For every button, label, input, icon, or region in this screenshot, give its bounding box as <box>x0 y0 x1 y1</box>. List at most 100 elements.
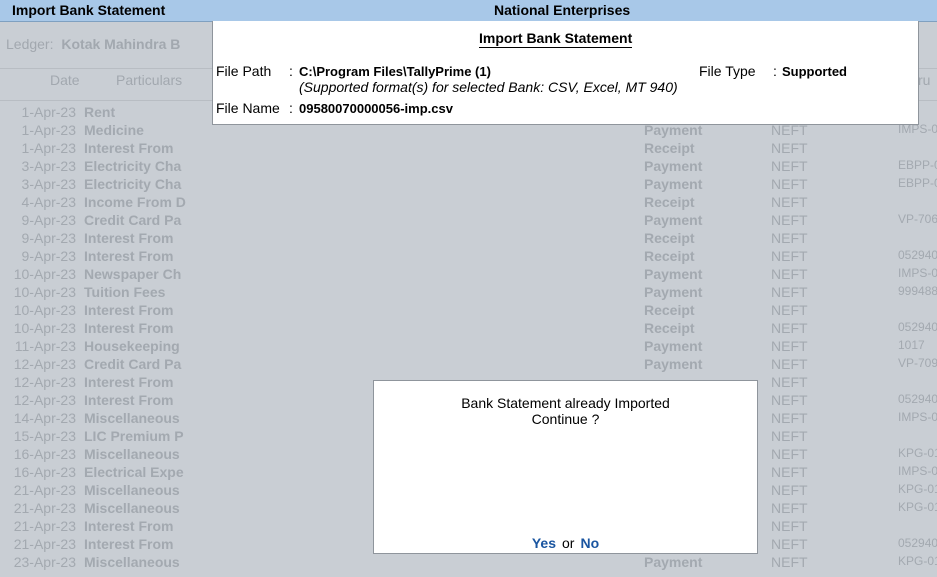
row-mode: NEFT <box>771 464 808 480</box>
company-name: National Enterprises <box>494 2 631 18</box>
ledger-line: Ledger: Kotak Mahindra B <box>6 36 180 52</box>
row-mode: NEFT <box>771 392 808 408</box>
file-type-value: Supported <box>782 64 847 79</box>
row-ref: 052940 <box>898 320 937 334</box>
row-particulars: Interest From <box>84 392 174 408</box>
row-type: Receipt <box>644 320 695 336</box>
row-date: 14-Apr-23 <box>13 410 76 426</box>
row-date: 9-Apr-23 <box>21 230 76 246</box>
row-date: 23-Apr-23 <box>13 554 76 570</box>
row-particulars: Income From D <box>84 194 186 210</box>
row-mode: NEFT <box>771 284 808 300</box>
row-ref: IMPS-00 <box>898 410 937 424</box>
row-type: Receipt <box>644 302 695 318</box>
row-mode: NEFT <box>771 266 808 282</box>
row-mode: NEFT <box>771 500 808 516</box>
column-header-ref: ru <box>918 72 931 88</box>
row-type: Payment <box>644 284 703 300</box>
row-particulars: Tuition Fees <box>84 284 166 300</box>
file-name-field[interactable]: 09580070000056-imp.csv <box>299 101 453 116</box>
row-type: Payment <box>644 338 703 354</box>
row-particulars: Miscellaneous <box>84 500 180 516</box>
row-type: Receipt <box>644 194 695 210</box>
row-particulars: Interest From <box>84 320 174 336</box>
row-ref: 1017 <box>898 338 925 352</box>
row-mode: NEFT <box>771 428 808 444</box>
table-row: 9-Apr-23 Credit Card Pa Payment NEFT VP-706 <box>0 212 937 230</box>
row-type: Payment <box>644 266 703 282</box>
row-mode: NEFT <box>771 410 808 426</box>
row-particulars: Electricity Cha <box>84 176 182 192</box>
file-path-colon: : <box>289 63 293 79</box>
row-date: 10-Apr-23 <box>13 320 76 336</box>
dialog-message: Bank Statement already Imported <box>461 395 670 411</box>
row-date: 21-Apr-23 <box>13 500 76 516</box>
row-date: 10-Apr-23 <box>13 266 76 282</box>
table-row: 9-Apr-23 Interest From Receipt NEFT 052940 <box>0 248 937 266</box>
row-type: Receipt <box>644 248 695 264</box>
row-ref: EBPP-0 <box>898 158 937 172</box>
row-ref: EBPP-0 <box>898 176 937 190</box>
row-ref: KPG-01 <box>898 482 937 496</box>
file-path-label: File Path <box>216 63 272 79</box>
title-bar: Import Bank Statement National Enterpris… <box>0 0 937 22</box>
row-date: 21-Apr-23 <box>13 536 76 552</box>
row-mode: NEFT <box>771 482 808 498</box>
row-type: Payment <box>644 212 703 228</box>
or-label: or <box>562 535 575 551</box>
row-mode: NEFT <box>771 212 808 228</box>
row-date: 11-Apr-23 <box>14 338 76 354</box>
row-particulars: Medicine <box>84 122 144 138</box>
row-particulars: Interest From <box>84 518 174 534</box>
row-type: Payment <box>644 158 703 174</box>
row-particulars: Electrical Expe <box>84 464 184 480</box>
row-mode: NEFT <box>771 554 808 570</box>
row-particulars: Rent <box>84 104 116 120</box>
row-ref: IMPS-00 <box>898 266 937 280</box>
row-type: Receipt <box>644 230 695 246</box>
no-button[interactable]: No <box>580 535 599 551</box>
table-row: 23-Apr-23 Miscellaneous Payment NEFT KPG-01 <box>0 554 937 572</box>
row-mode: NEFT <box>771 320 808 336</box>
row-date: 15-Apr-23 <box>13 428 76 444</box>
row-particulars: Interest From <box>84 536 174 552</box>
supported-formats-note: (Supported format(s) for selected Bank: … <box>299 79 678 95</box>
ledger-value: Kotak Mahindra B <box>61 36 181 52</box>
row-type: Receipt <box>644 140 695 156</box>
table-row: 3-Apr-23 Electricity Cha Payment NEFT EBPP-0 <box>0 158 937 176</box>
row-type: Payment <box>644 176 703 192</box>
row-ref: VP-706 <box>898 212 937 226</box>
table-row: 1-Apr-23 Interest From Receipt NEFT <box>0 140 937 158</box>
row-mode: NEFT <box>771 194 808 210</box>
import-panel: Import Bank Statement File Path : C:\Pro… <box>212 21 919 125</box>
row-mode: NEFT <box>771 230 808 246</box>
row-date: 4-Apr-23 <box>21 194 76 210</box>
row-date: 12-Apr-23 <box>13 374 76 390</box>
row-ref: 052940 <box>898 248 937 262</box>
row-mode: NEFT <box>771 446 808 462</box>
file-path-field[interactable]: C:\Program Files\TallyPrime (1) <box>299 64 491 79</box>
row-date: 12-Apr-23 <box>13 356 76 372</box>
row-particulars: Credit Card Pa <box>84 356 182 372</box>
row-date: 10-Apr-23 <box>13 284 76 300</box>
row-particulars: Newspaper Ch <box>84 266 182 282</box>
row-ref: 052940 <box>898 536 937 550</box>
table-row: 4-Apr-23 Income From D Receipt NEFT <box>0 194 937 212</box>
row-date: 16-Apr-23 <box>13 446 76 462</box>
row-type: Payment <box>644 554 703 570</box>
row-date: 21-Apr-23 <box>13 518 76 534</box>
row-type: Payment <box>644 356 703 372</box>
table-row: 10-Apr-23 Tuition Fees Payment NEFT 999488 <box>0 284 937 302</box>
row-date: 1-Apr-23 <box>21 122 76 138</box>
row-mode: NEFT <box>771 356 808 372</box>
row-mode: NEFT <box>771 302 808 318</box>
row-ref: 052940 <box>898 392 937 406</box>
column-header-date: Date <box>50 72 80 88</box>
table-row: 9-Apr-23 Interest From Receipt NEFT <box>0 230 937 248</box>
row-date: 10-Apr-23 <box>13 302 76 318</box>
row-particulars: Interest From <box>84 230 174 246</box>
column-header-particulars: Particulars <box>116 72 183 88</box>
yes-button[interactable]: Yes <box>532 535 556 551</box>
row-date: 1-Apr-23 <box>21 104 76 120</box>
row-date: 9-Apr-23 <box>21 212 76 228</box>
